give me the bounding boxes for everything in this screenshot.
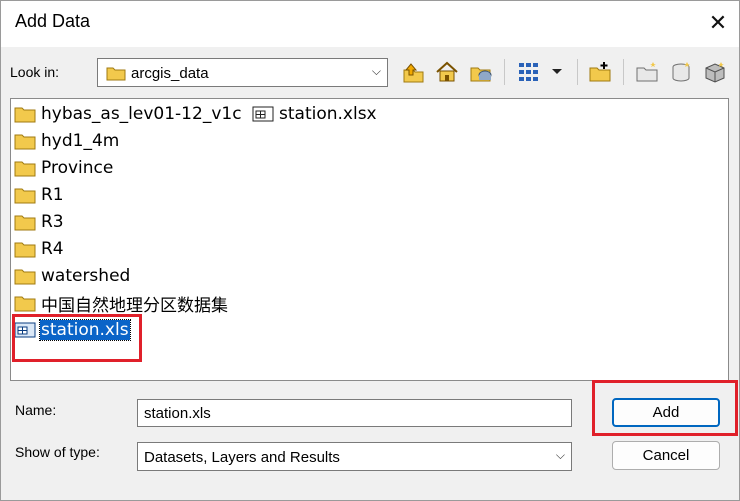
folder-icon [14,131,36,151]
list-item[interactable]: R3 [14,210,65,234]
new-geodatabase-icon[interactable] [667,59,695,85]
folder-icon [14,185,36,205]
look-in-label: Look in: [10,64,60,80]
new-folder-icon[interactable] [633,59,661,85]
home-icon[interactable] [433,59,461,85]
list-item[interactable]: 中国自然地理分区数据集 [14,291,229,316]
list-item[interactable]: watershed [14,264,131,288]
folder-icon [14,158,36,178]
catalog-connections-icon[interactable] [467,59,495,85]
folder-icon [14,104,36,124]
list-item[interactable]: hybas_as_lev01-12_v1c [14,102,243,126]
toolbar-separator [504,59,505,85]
chevron-down-icon[interactable]: ⌵ [556,448,565,463]
highlight-box-selected-file [12,314,142,362]
show-of-type-dropdown[interactable]: Datasets, Layers and Results ⌵ [137,442,572,471]
folder-icon [106,65,126,85]
list-item[interactable]: hyd1_4m [14,129,120,153]
new-toolbox-icon[interactable] [701,59,729,85]
table-icon [252,104,274,124]
list-item[interactable]: R1 [14,183,65,207]
close-icon[interactable]: ✕ [703,9,733,39]
view-dropdown-icon[interactable] [547,59,567,85]
title-bar: Add Data ✕ [1,1,739,47]
look-in-value: arcgis_data [131,65,209,82]
folder-icon [14,212,36,232]
toolbar-separator [577,59,578,85]
folder-icon [14,239,36,259]
connect-folder-icon[interactable] [586,59,614,85]
up-one-level-icon[interactable] [399,59,427,85]
toolbar-separator [623,59,624,85]
list-view-icon[interactable] [513,59,545,85]
folder-icon [14,293,36,313]
name-input[interactable]: station.xls [137,399,572,427]
chevron-down-icon[interactable]: ⌵ [372,64,381,79]
show-of-type-label: Show of type: [15,444,100,460]
look-in-dropdown[interactable]: arcgis_data ⌵ [97,58,388,87]
list-item[interactable]: Province [14,156,114,180]
highlight-box-add-button [592,380,738,436]
list-item[interactable]: station.xlsx [252,102,378,126]
list-item[interactable]: R4 [14,237,65,261]
name-label: Name: [15,402,57,418]
window-title: Add Data [15,11,91,31]
add-data-dialog: Add Data ✕ Look in: arcgis_data ⌵ hybas_… [0,0,740,501]
cancel-button[interactable]: Cancel [612,441,720,470]
show-of-type-value: Datasets, Layers and Results [144,449,340,466]
folder-icon [14,266,36,286]
